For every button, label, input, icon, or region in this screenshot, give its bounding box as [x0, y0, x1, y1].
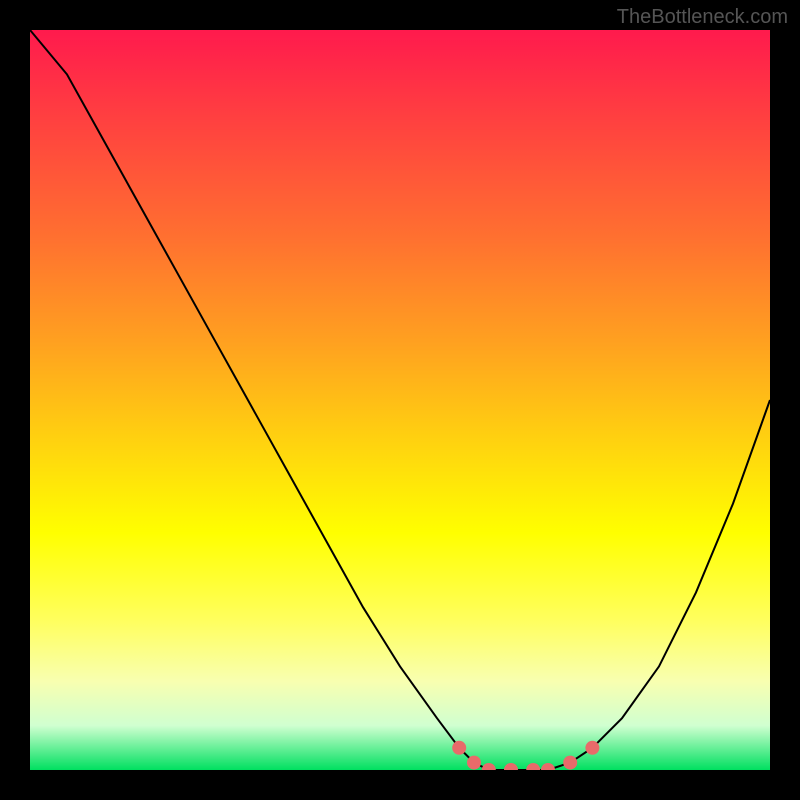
- plot-area: [30, 30, 770, 770]
- bottleneck-curve: [30, 30, 770, 770]
- curve-svg: [30, 30, 770, 770]
- highlight-marker: [585, 741, 599, 755]
- highlight-marker: [563, 756, 577, 770]
- highlight-marker: [467, 756, 481, 770]
- highlight-marker: [504, 763, 518, 770]
- highlight-marker: [452, 741, 466, 755]
- highlight-marker: [541, 763, 555, 770]
- chart-container: TheBottleneck.com: [0, 0, 800, 800]
- highlight-marker: [482, 763, 496, 770]
- highlight-marker: [526, 763, 540, 770]
- watermark-text: TheBottleneck.com: [617, 6, 788, 29]
